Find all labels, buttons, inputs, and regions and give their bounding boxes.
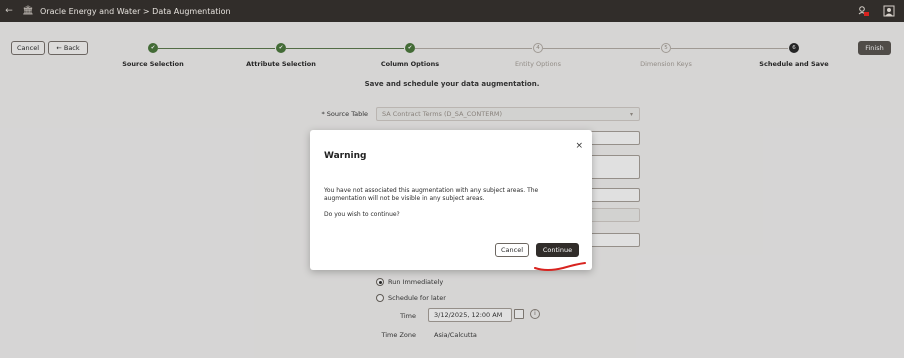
red-underline-annotation xyxy=(534,262,586,271)
dialog-message: You have not associated this augmentatio… xyxy=(324,187,539,202)
app-icon: 🏛 xyxy=(22,6,34,16)
user-icon[interactable] xyxy=(882,4,896,18)
continue-button[interactable]: Continue xyxy=(536,243,579,257)
dialog-title: Warning xyxy=(324,151,367,161)
back-arrow-icon[interactable]: ← xyxy=(0,6,18,16)
dialog-cancel-button[interactable]: Cancel xyxy=(495,243,529,257)
close-icon[interactable]: × xyxy=(575,141,583,151)
topbar-actions xyxy=(856,4,896,18)
page-title: Oracle Energy and Water > Data Augmentat… xyxy=(40,6,231,16)
notification-icon[interactable] xyxy=(856,4,870,18)
dialog-question: Do you wish to continue? xyxy=(324,211,400,218)
warning-dialog: Warning × You have not associated this a… xyxy=(310,130,592,270)
top-bar: ← 🏛 Oracle Energy and Water > Data Augme… xyxy=(0,0,904,22)
